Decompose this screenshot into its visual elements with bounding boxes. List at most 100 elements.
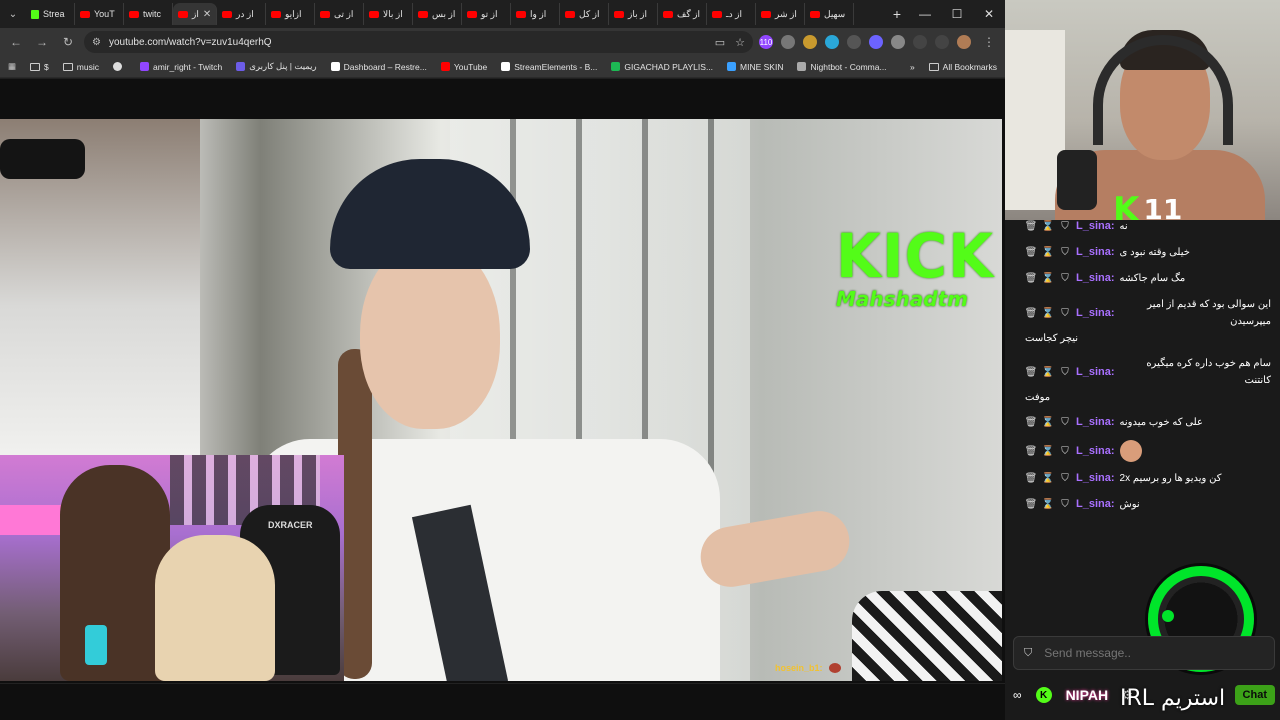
browser-tab[interactable]: از تی: [315, 3, 364, 25]
trash-icon[interactable]: 🗑: [1025, 307, 1038, 319]
browser-tab[interactable]: twitc: [124, 3, 173, 25]
browser-tab[interactable]: از ✕: [173, 3, 217, 25]
video-player[interactable]: KICK Mahshadtm DXRACER hosein_b1:: [0, 119, 1002, 681]
browser-tab[interactable]: از بالا: [364, 3, 413, 25]
kick-icon[interactable]: K: [1035, 687, 1052, 703]
bookmark-item[interactable]: GIGACHAD PLAYLIS...: [611, 62, 713, 72]
shield-icon[interactable]: ⛉: [1059, 499, 1071, 511]
translate-extension-icon[interactable]: [825, 35, 839, 49]
browser-tab[interactable]: ازایو: [266, 3, 315, 25]
bookmark-item[interactable]: MINE SKIN: [727, 62, 783, 72]
browser-tab[interactable]: از تو: [462, 3, 511, 25]
extension-icon[interactable]: [869, 35, 883, 49]
browser-tab[interactable]: از کل: [560, 3, 609, 25]
bookmark-item[interactable]: [112, 62, 126, 71]
bookmark-label: music: [76, 61, 99, 72]
trash-icon[interactable]: 🗑: [1025, 417, 1038, 429]
shield-icon[interactable]: ⛉: [1024, 647, 1032, 660]
extension-icon[interactable]: [781, 35, 795, 49]
bookmark-item[interactable]: music: [62, 61, 99, 72]
bookmark-item[interactable]: Nightbot - Comma...: [797, 62, 887, 72]
shield-icon[interactable]: ⛉: [1059, 366, 1071, 378]
shield-icon[interactable]: ⛉: [1059, 473, 1071, 485]
trash-icon[interactable]: 🗑: [1025, 499, 1038, 511]
site-info-icon[interactable]: ⚙: [92, 37, 101, 48]
minimize-icon[interactable]: —: [909, 0, 941, 28]
chevron-double-right-icon[interactable]: »: [910, 62, 915, 72]
trash-icon[interactable]: 🗑: [1025, 221, 1038, 233]
browser-tab[interactable]: سهیل: [805, 3, 854, 25]
shield-icon[interactable]: ⛉: [1059, 417, 1071, 429]
cast-icon[interactable]: ▭: [715, 36, 725, 49]
bookmark-item[interactable]: ریمیت | پنل کاربری: [236, 61, 317, 72]
twitch-extension-icon[interactable]: 110: [759, 35, 773, 49]
trash-icon[interactable]: 🗑: [1025, 273, 1038, 285]
media-icon[interactable]: [935, 35, 949, 49]
reload-icon[interactable]: ↻: [58, 32, 78, 52]
trash-icon[interactable]: 🗑: [1025, 366, 1038, 378]
all-bookmarks-button[interactable]: All Bookmarks: [928, 62, 997, 72]
chat-message-input[interactable]: [1044, 646, 1155, 660]
timeout-hourglass-icon[interactable]: ⌛: [1042, 273, 1054, 285]
timeout-hourglass-icon[interactable]: ⌛: [1042, 247, 1054, 259]
chat-send-button[interactable]: Chat: [1234, 685, 1275, 705]
shield-icon[interactable]: ⛉: [1059, 445, 1071, 457]
chat-username[interactable]: L_sina:: [1076, 218, 1115, 235]
browser-tab[interactable]: از وا: [511, 3, 560, 25]
browser-tab[interactable]: از شر: [756, 3, 805, 25]
bookmark-item[interactable]: amir_right - Twitch: [139, 62, 222, 72]
shield-icon[interactable]: ⛉: [1059, 273, 1071, 285]
trash-icon[interactable]: 🗑: [1025, 473, 1038, 485]
kebab-menu-icon[interactable]: ⋮: [979, 32, 999, 52]
shield-icon[interactable]: ⛉: [1059, 307, 1071, 319]
shield-icon[interactable]: ⛉: [1059, 221, 1071, 233]
chat-username[interactable]: L_sina:: [1076, 270, 1115, 287]
timeout-hourglass-icon[interactable]: ⌛: [1042, 499, 1054, 511]
bookmark-star-icon[interactable]: ☆: [735, 36, 745, 49]
browser-tab[interactable]: از در: [217, 3, 266, 25]
emotes-icon[interactable]: ∞: [1013, 688, 1022, 702]
timeout-hourglass-icon[interactable]: ⌛: [1042, 473, 1054, 485]
shield-icon[interactable]: ⛉: [1059, 247, 1071, 259]
bookmark-item[interactable]: YouTube: [440, 62, 487, 72]
browser-tab[interactable]: از بس: [413, 3, 462, 25]
browser-tab[interactable]: از دـ: [707, 3, 756, 25]
tab-search-icon[interactable]: ⌄: [0, 0, 26, 28]
maximize-icon[interactable]: ☐: [941, 0, 973, 28]
extension-icon[interactable]: [891, 35, 905, 49]
trash-icon[interactable]: 🗑: [1025, 247, 1038, 259]
timeout-hourglass-icon[interactable]: ⌛: [1042, 307, 1054, 319]
profile-avatar[interactable]: [957, 35, 971, 49]
chat-username[interactable]: L_sina:: [1076, 496, 1115, 513]
tab-close-icon[interactable]: ✕: [203, 9, 211, 20]
chat-username[interactable]: L_sina:: [1076, 305, 1115, 322]
chat-username[interactable]: L_sina:: [1076, 364, 1115, 381]
chat-username[interactable]: L_sina:: [1076, 470, 1115, 487]
apps-grid-icon[interactable]: ▦: [8, 61, 16, 72]
puzzle-icon[interactable]: [913, 35, 927, 49]
close-icon[interactable]: ✕: [973, 0, 1005, 28]
timeout-hourglass-icon[interactable]: ⌛: [1042, 221, 1054, 233]
chat-username[interactable]: L_sina:: [1076, 443, 1115, 460]
extension-icon[interactable]: [847, 35, 861, 49]
bookmark-item[interactable]: Dashboard – Restre...: [330, 62, 427, 72]
timeout-hourglass-icon[interactable]: ⌛: [1042, 417, 1054, 429]
chat-input-box[interactable]: ⛉: [1013, 636, 1275, 670]
timeout-hourglass-icon[interactable]: ⌛: [1042, 445, 1054, 457]
bookmark-item[interactable]: $: [30, 62, 49, 72]
browser-tab[interactable]: YouT: [75, 3, 124, 25]
browser-tab[interactable]: از باز: [609, 3, 658, 25]
chat-list: 🗑 ⌛ ⛉ L_sina: نه 🗑 ⌛ ⛉ L_sina: خیلی وقته نبود ی 🗑 ⌛…: [1013, 214, 1275, 518]
bookmark-item[interactable]: StreamElements - B...: [501, 62, 597, 72]
browser-tab[interactable]: Strea: [26, 3, 75, 25]
chat-username[interactable]: L_sina:: [1076, 244, 1115, 261]
new-tab-button[interactable]: +: [885, 6, 909, 22]
extension-icon[interactable]: [803, 35, 817, 49]
address-bar[interactable]: ⚙ youtube.com/watch?v=zuv1u4qerhQ ▭ ☆: [84, 31, 753, 53]
forward-icon[interactable]: →: [32, 32, 52, 52]
browser-tab[interactable]: از گف: [658, 3, 707, 25]
trash-icon[interactable]: 🗑: [1025, 445, 1038, 457]
timeout-hourglass-icon[interactable]: ⌛: [1042, 366, 1054, 378]
chat-username[interactable]: L_sina:: [1076, 414, 1115, 431]
back-icon[interactable]: ←: [6, 32, 26, 52]
